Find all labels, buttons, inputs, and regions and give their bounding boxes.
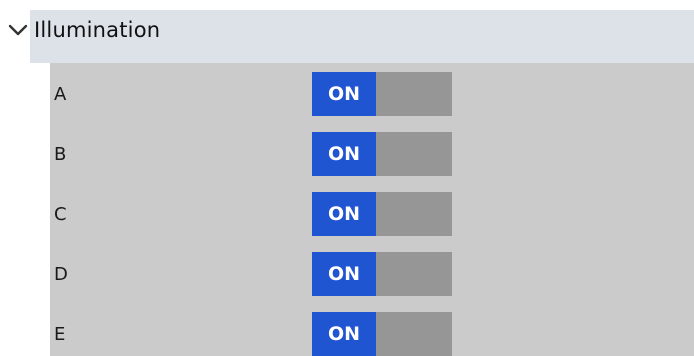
toggle-switch[interactable]: ON — [312, 192, 452, 236]
item-label: C — [54, 204, 67, 225]
toggle-on-label: ON — [312, 252, 376, 296]
item-label: B — [54, 144, 67, 165]
item-label: D — [54, 264, 68, 285]
toggle-switch[interactable]: ON — [312, 312, 452, 356]
item-label: A — [54, 84, 67, 105]
list-item: A ON — [50, 63, 694, 123]
list-item: B ON — [50, 123, 694, 183]
toggle-switch[interactable]: ON — [312, 72, 452, 116]
list-item: D ON — [50, 243, 694, 303]
section-title: Illumination — [34, 18, 161, 42]
toggle-switch[interactable]: ON — [312, 252, 452, 296]
toggle-on-label: ON — [312, 132, 376, 176]
list-item: E ON — [50, 303, 694, 356]
list-item: C ON — [50, 183, 694, 243]
toggle-on-label: ON — [312, 192, 376, 236]
toggle-switch[interactable]: ON — [312, 132, 452, 176]
chevron-down-icon[interactable] — [7, 22, 29, 40]
item-label: E — [54, 324, 66, 345]
toggle-on-label: ON — [312, 312, 376, 356]
toggle-on-label: ON — [312, 72, 376, 116]
toggle-list: A ON B ON C ON D ON E ON — [50, 63, 694, 356]
illumination-panel: Illumination A ON B ON C ON D ON E ON — [0, 0, 694, 356]
